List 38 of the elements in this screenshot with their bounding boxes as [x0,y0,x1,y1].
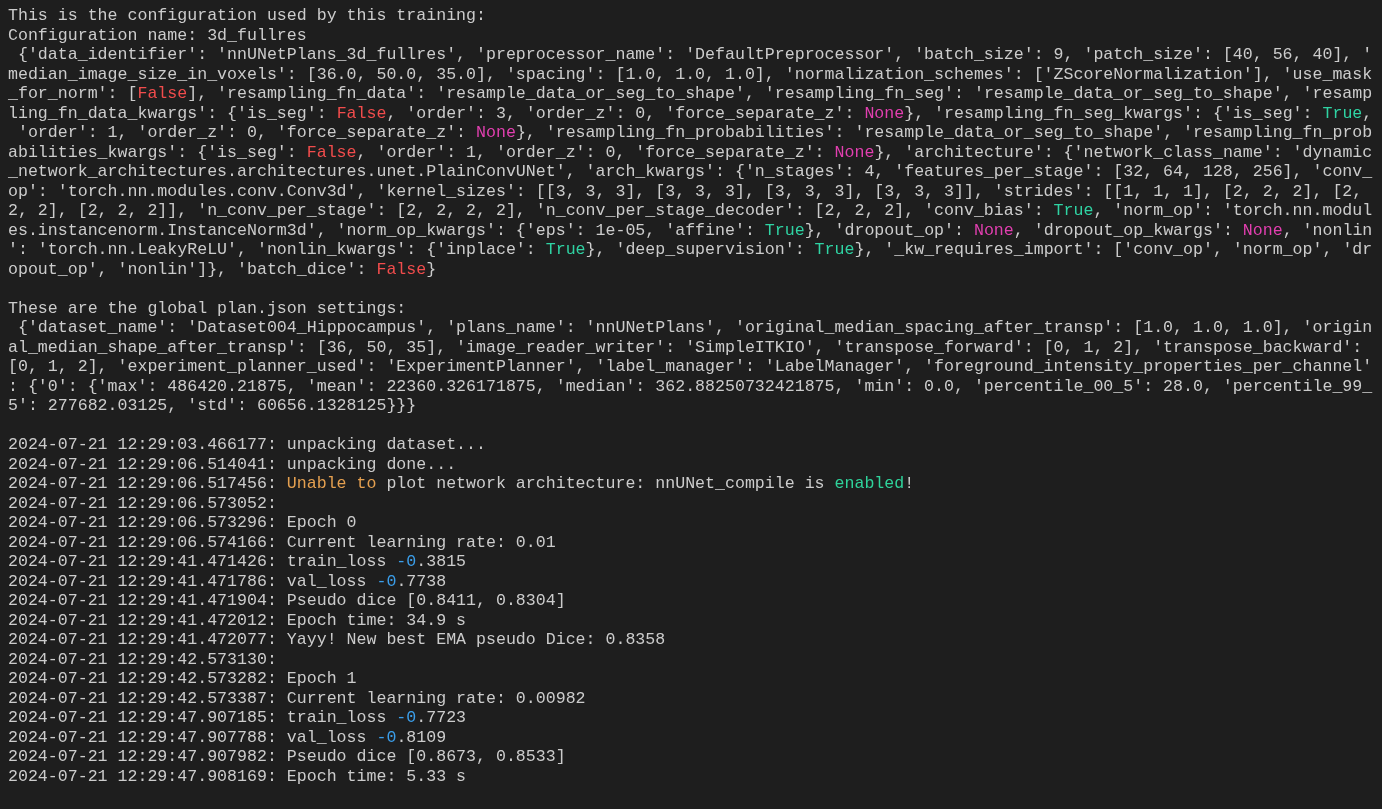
console-line: 2024-07-21 12:29:41.472012: Epoch time: 34.9 s [8,610,467,630]
console-line: 5': 277682.03125, 'std': 60656.1328125}}} [8,396,417,416]
console-line: {'dataset_name': 'Dataset004_Hippocampus', 'plans_name': 'nnUNetPlans', 'original_median_spacing_after_transp': [1.0, 1.0, 1.0], 'origin [16,318,1373,338]
console-line: 2024-07-21 12:29:41.471904: Pseudo dice [0.8411, 0.8304] [8,591,566,611]
console-line: 2024-07-21 12:29:03.466177: unpacking dataset... [8,435,486,455]
console-line: 2024-07-21 12:29:42.573130: [8,649,277,669]
console-line: 'order': 1, 'order_z': 0, 'force_separate_z': None}, 'resampling_fn_probabilities': 'resample_data_or_seg_to_shape', 'resampling_fn_prob [16,123,1373,143]
console-line: ': 'torch.nn.LeakyReLU', 'nonlin_kwargs': {'inplace': True}, 'deep_supervision': True}, '_kw_requires_import': ['conv_op', 'norm_op', 'dr [8,240,1373,260]
console-line: 2024-07-21 12:29:42.573387: Current learning rate: 0.00982 [8,688,586,708]
console-line: : {'0': {'max': 486420.21875, 'mean': 22360.326171875, 'median': 362.88250732421875, 'min': 0.0, 'percentile_00_5': 28.0, 'percentile_99_ [8,376,1373,396]
console-line: 2024-07-21 12:29:47.907982: Pseudo dice [0.8673, 0.8533] [8,747,566,767]
console-line: ling_fn_data_kwargs': {'is_seg': False, 'order': 3, 'order_z': 0, 'force_separate_z': None}, 'resampling_fn_seg_kwargs': {'is_seg': True, [8,103,1373,123]
console-line: 2024-07-21 12:29:47.907185: train_loss -0.7723 [8,708,467,728]
console-line: [0, 1, 2], 'experiment_planner_used': 'ExperimentPlanner', 'label_manager': 'LabelManager', 'foreground_intensity_properties_per_channel' [8,357,1373,377]
console-line: 2, 2], [2, 2, 2]], 'n_conv_per_stage': [2, 2, 2, 2], 'n_conv_per_stage_decoder': [2, 2, 2], 'conv_bias': True, 'norm_op': 'torch.nn.modul [8,201,1373,221]
console-line: {'data_identifier': 'nnUNetPlans_3d_fullres', 'preprocessor_name': 'DefaultPreprocessor', 'batch_size': 9, 'patch_size': [40, 56, 40], ' [16,45,1373,65]
console-line: _for_norm': [False], 'resampling_fn_data': 'resample_data_or_seg_to_shape', 'resampling_fn_seg': 'resample_data_or_seg_to_shape', 'resamp [8,84,1373,104]
console-line: Configuration name: 3d_fullres [8,25,307,45]
console-line: es.instancenorm.InstanceNorm3d', 'norm_op_kwargs': {'eps': 1e-05, 'affine': True}, 'dropout_op': None, 'dropout_op_kwargs': None, 'nonlin [8,220,1373,240]
console-line: median_image_size_in_voxels': [36.0, 50.0, 35.0], 'spacing': [1.0, 1.0, 1.0], 'normalization_schemes': ['ZScoreNormalization'], 'use_mask [8,64,1373,84]
console-line: opout_op', 'nonlin']}, 'batch_dice': False} [8,259,437,279]
console-line: 2024-07-21 12:29:06.514041: unpacking done... [8,454,457,474]
console-line: al_median_shape_after_transp': [36, 50, 35], 'image_reader_writer': 'SimpleITKIO', 'transpose_forward': [0, 1, 2], 'transpose_backward': [8,337,1363,357]
console-line: These are the global plan.json settings: [8,298,407,318]
console-line: 2024-07-21 12:29:47.907788: val_loss -0.8109 [8,727,447,747]
console-line: 2024-07-21 12:29:41.471426: train_loss -0.3815 [8,552,467,572]
console-line: 2024-07-21 12:29:41.471786: val_loss -0.7738 [8,571,447,591]
console-line: _network_architectures.architectures.unet.PlainConvUNet', 'arch_kwargs': {'n_stages': 4, 'features_per_stage': [32, 64, 128, 256], 'conv_ [8,162,1373,182]
console-line: 2024-07-21 12:29:06.573296: Epoch 0 [8,513,357,533]
console-line: This is the configuration used by this training: [8,6,486,26]
console-line: 2024-07-21 12:29:41.472077: Yayy! New best EMA pseudo Dice: 0.8358 [8,630,666,650]
console-line: op': 'torch.nn.modules.conv.Conv3d', 'kernel_sizes': [[3, 3, 3], [3, 3, 3], [3, 3, 3], [3, 3, 3]], 'strides': [[1, 1, 1], [2, 2, 2], [2, [8,181,1363,201]
console-line: 2024-07-21 12:29:06.573052: [8,493,277,513]
console-line: abilities_kwargs': {'is_seg': False, 'order': 1, 'order_z': 0, 'force_separate_z': None}, 'architecture': {'network_class_name': 'dynamic [8,142,1373,162]
console-line: 2024-07-21 12:29:47.908169: Epoch time: 5.33 s [8,766,467,786]
console-line: 2024-07-21 12:29:06.517456: Unable to plot network architecture: nnUNet_compile is enabled! [8,474,915,494]
console-line: 2024-07-21 12:29:42.573282: Epoch 1 [8,669,357,689]
console-line: 2024-07-21 12:29:06.574166: Current learning rate: 0.01 [8,532,556,552]
